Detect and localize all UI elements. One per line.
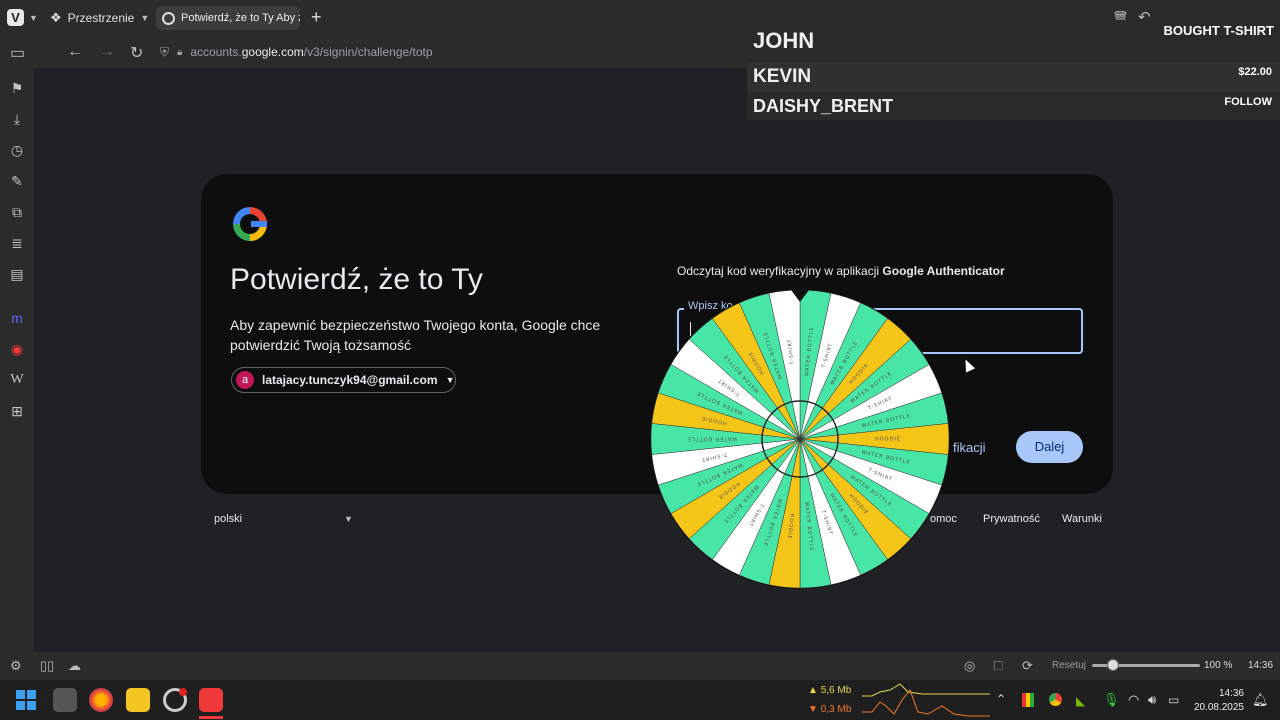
chevron-down-icon[interactable]: ▼ <box>29 13 38 23</box>
overlay-row-1: JOHN BOUGHT T-SHIRT <box>747 20 1280 62</box>
overlay-name: DAISHY_BRENT <box>753 96 894 116</box>
vivaldi-menu-icon[interactable]: V <box>7 9 24 26</box>
instruction-text: Odczytaj kod weryfikacyjny w aplikacji G… <box>677 264 1005 278</box>
language-select[interactable]: polski <box>214 513 242 525</box>
avatar: a <box>236 371 254 389</box>
taskbar <box>0 680 1280 720</box>
windows-start-icon[interactable] <box>16 690 36 710</box>
sync-cloud-icon[interactable]: ☁ <box>68 658 81 674</box>
nvidia-icon[interactable]: ◣ <box>1076 694 1085 708</box>
panel-toggle-icon[interactable]: ▭ <box>10 43 25 63</box>
active-app-indicator <box>199 716 223 719</box>
clock-time[interactable]: 14:36 <box>1196 688 1244 699</box>
overlay-event: BOUGHT T-SHIRT <box>1163 23 1275 38</box>
url-text: accounts.google.com/v3/signin/challenge/… <box>190 45 433 59</box>
overlay-row-3: DAISHY_BRENT FOLLOW <box>747 92 1280 120</box>
chrome-tray-icon[interactable] <box>1049 693 1062 706</box>
back-icon[interactable]: ← <box>67 43 83 61</box>
terms-link[interactable]: Warunki <box>1062 513 1102 525</box>
add-panel-icon[interactable]: ⊞ <box>8 402 26 420</box>
notes-icon[interactable]: ✎ <box>8 172 26 190</box>
microphone-icon[interactable]: 🎙︎ <box>1103 692 1120 708</box>
google-favicon-icon <box>162 11 175 25</box>
network-graph <box>862 683 990 717</box>
translate-icon[interactable]: ⧉ <box>8 203 26 221</box>
google-logo-bar <box>251 221 267 227</box>
volume-icon[interactable]: 🔊︎ <box>1148 692 1156 708</box>
page-tiling-icon[interactable]: ⧠ <box>993 658 1003 674</box>
page-title: Potwierdź, że to Ty <box>230 263 483 296</box>
shield-icon: ⛨ <box>160 44 170 59</box>
overlay-name: KEVIN <box>753 66 812 87</box>
wifi-icon[interactable]: ◠ <box>1128 692 1139 708</box>
lock-icon: 🔒︎ <box>177 46 183 58</box>
bookmark-icon[interactable]: ⚑ <box>8 79 26 97</box>
prize-wheel: WATER BOTTLE T-SHIRTWATER BOTTLEHOODIEWAT… <box>650 289 950 589</box>
chevron-down-icon: ▼ <box>445 375 455 385</box>
wheel-segment-label: HOODIE <box>875 437 901 443</box>
try-another-way-link[interactable]: fikacji <box>953 440 986 455</box>
clock-date[interactable]: 20.08.2025 <box>1190 702 1244 713</box>
account-email: latajacy.tunczyk94@gmail.com <box>262 373 438 387</box>
net-upload: ▲ 5,6 Mb <box>808 685 852 696</box>
zoom-slider-handle[interactable] <box>1107 659 1119 671</box>
task-view-icon[interactable] <box>53 688 77 712</box>
reload-icon[interactable]: ↻ <box>130 43 143 63</box>
notifications-icon[interactable]: 🔔︎ <box>1252 692 1269 708</box>
layers-icon: ❖ <box>50 10 62 25</box>
workspace-label: Przestrzenie <box>67 11 135 25</box>
vivaldi-icon[interactable]: ◉ <box>8 340 26 358</box>
chevron-down-icon: ▼ <box>344 514 353 524</box>
wheel-pointer-icon <box>791 290 809 302</box>
zoom-level: 100 % <box>1204 660 1233 671</box>
tray-app-icon[interactable] <box>1022 693 1034 707</box>
zoom-reset-button[interactable]: Resetuj <box>1052 660 1086 671</box>
overlay-row-2: KEVIN $22.00 <box>747 62 1280 92</box>
tab-title: Potwierdź, że to Ty Aby zap <box>181 12 300 24</box>
notification-dot <box>179 688 187 696</box>
tab-active[interactable]: Potwierdź, że to Ty Aby zap <box>156 6 300 30</box>
tiling-icon[interactable]: ▯▯ <box>40 658 54 674</box>
next-button[interactable]: Dalej <box>1016 431 1083 463</box>
overlay-name: JOHN <box>753 28 815 53</box>
privacy-link[interactable]: Prywatność <box>983 513 1040 525</box>
battery-icon[interactable]: ▭ <box>1168 693 1179 707</box>
url-field[interactable]: ⛨ 🔒︎ accounts.google.com/v3/signin/chall… <box>160 41 740 63</box>
new-tab-button[interactable]: + <box>311 7 322 28</box>
wikipedia-icon[interactable]: W <box>8 371 26 389</box>
settings-icon[interactable]: ⚙ <box>10 658 22 674</box>
download-icon[interactable]: ⤓ <box>8 110 26 128</box>
status-bar <box>0 652 1280 680</box>
chevron-up-icon[interactable]: ⌃ <box>996 692 1006 706</box>
capture-icon[interactable]: ◎ <box>964 658 975 674</box>
status-clock: 14:36 <box>1248 660 1274 671</box>
account-chip[interactable]: a latajacy.tunczyk94@gmail.com ▼ <box>231 367 456 393</box>
net-download: ▼ 0,3 Mb <box>808 704 852 715</box>
reader-icon[interactable]: ▤ <box>8 265 26 283</box>
firefox-icon[interactable] <box>89 688 113 712</box>
mastodon-icon[interactable]: m <box>8 309 26 327</box>
overlay-event: FOLLOW <box>1224 96 1272 108</box>
page-description: Aby zapewnić bezpieczeństwo Twojego kont… <box>230 317 601 353</box>
wheel-segment-label: WATER BOTTLE <box>687 436 737 442</box>
reading-list-icon[interactable]: ≣ <box>8 234 26 252</box>
chevron-down-icon: ▼ <box>140 13 150 23</box>
vivaldi-taskbar-icon[interactable] <box>199 688 223 712</box>
file-explorer-icon[interactable] <box>126 688 150 712</box>
workspaces-button[interactable]: ❖ Przestrzenie ▼ <box>50 8 149 28</box>
forward-icon[interactable]: → <box>99 43 115 61</box>
history-icon[interactable]: ◷ <box>8 141 26 159</box>
page-actions-icon[interactable]: ⟳ <box>1022 658 1033 674</box>
overlay-event: $22.00 <box>1238 66 1272 78</box>
